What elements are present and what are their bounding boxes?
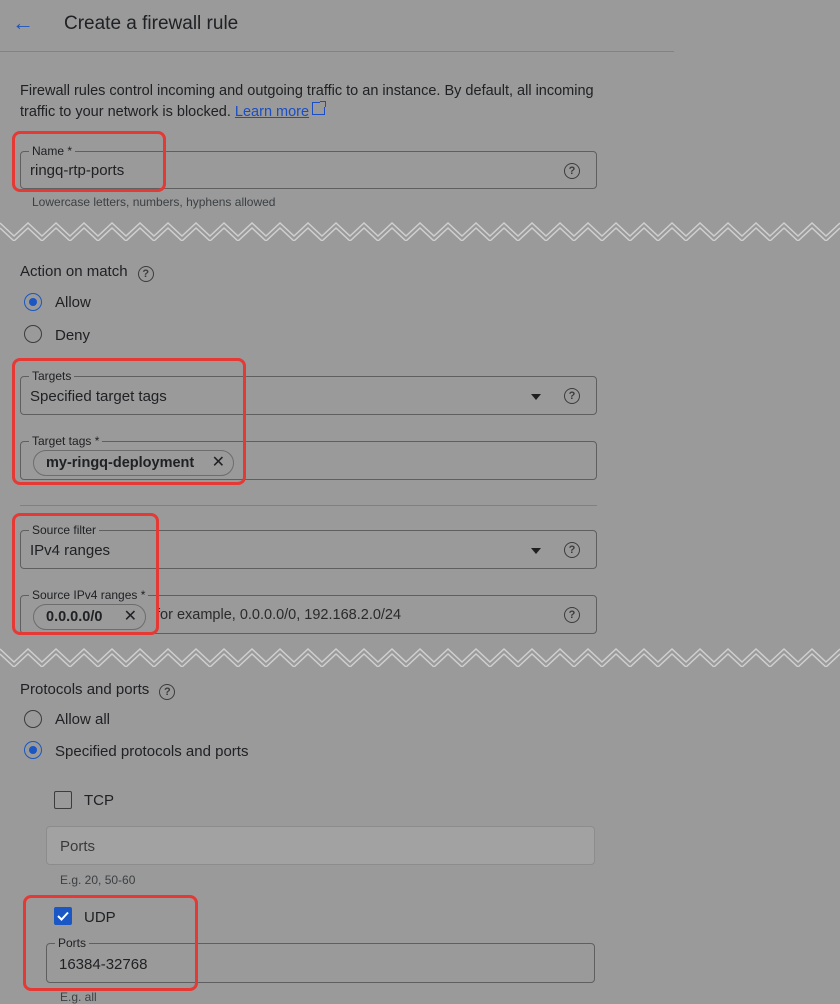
page-title: Create a firewall rule	[64, 13, 239, 34]
highlight-targets	[12, 358, 246, 485]
help-icon[interactable]: ?	[564, 542, 580, 558]
tcp-ports-placeholder: Ports	[60, 838, 96, 855]
tcp-ports-input[interactable]: Ports	[46, 826, 595, 865]
tcp-hint: E.g. 20, 50-60	[60, 873, 136, 887]
radio-allow-all[interactable]: Allow all	[24, 709, 224, 733]
back-arrow-icon[interactable]: ←	[10, 10, 36, 36]
dropdown-arrow-icon[interactable]	[531, 548, 541, 554]
tcp-label: TCP	[84, 792, 114, 809]
radio-specified-control[interactable]	[24, 741, 42, 759]
name-hint: Lowercase letters, numbers, hyphens allo…	[32, 195, 276, 209]
tcp-checkbox-control[interactable]	[54, 791, 72, 809]
external-link-icon	[312, 101, 327, 115]
help-icon[interactable]: ?	[564, 607, 580, 623]
radio-deny-control[interactable]	[24, 325, 42, 343]
radio-allow[interactable]: Allow	[24, 292, 224, 316]
learn-more-link[interactable]: Learn more	[235, 104, 309, 120]
help-icon[interactable]: ?	[159, 684, 176, 700]
help-icon[interactable]: ?	[564, 163, 580, 179]
highlight-name	[12, 131, 166, 192]
help-icon[interactable]: ?	[137, 266, 154, 282]
section-divider	[20, 505, 597, 506]
radio-deny[interactable]: Deny	[24, 324, 224, 348]
protocols-title: Protocols and ports ?	[20, 681, 176, 700]
dropdown-arrow-icon[interactable]	[531, 394, 541, 400]
radio-deny-label: Deny	[55, 327, 91, 344]
source-ranges-placeholder: for example, 0.0.0.0/0, 192.168.2.0/24	[156, 607, 402, 623]
radio-allow-all-label: Allow all	[55, 711, 111, 728]
radio-allow-label: Allow	[55, 294, 91, 311]
radio-allow-control[interactable]	[24, 293, 42, 311]
radio-allow-all-control[interactable]	[24, 710, 42, 728]
content-break-zigzag	[0, 647, 840, 667]
action-title: Action on match ?	[20, 263, 154, 282]
highlight-source	[12, 513, 159, 635]
highlight-udp	[23, 895, 198, 991]
tcp-checkbox[interactable]: TCP	[54, 790, 174, 812]
intro-text: Firewall rules control incoming and outg…	[20, 83, 594, 120]
radio-specified[interactable]: Specified protocols and ports	[24, 740, 324, 764]
help-icon[interactable]: ?	[564, 388, 580, 404]
header-divider	[0, 51, 674, 52]
radio-specified-label: Specified protocols and ports	[55, 743, 249, 760]
content-break-zigzag	[0, 221, 840, 241]
